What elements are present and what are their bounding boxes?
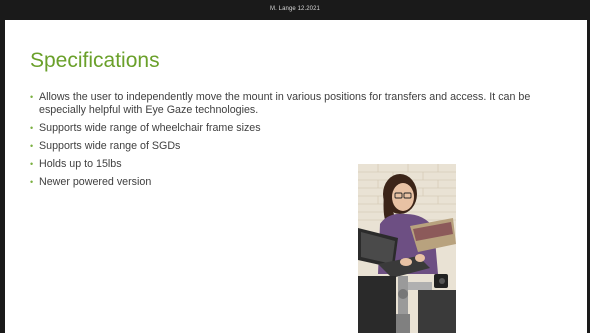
slide-title: Specifications	[30, 49, 160, 72]
bullet-item: • Newer powered version	[30, 176, 575, 189]
bullet-text: Allows the user to independently move th…	[39, 91, 531, 116]
bullet-text: Holds up to 15lbs	[39, 157, 122, 170]
left-border	[0, 20, 5, 333]
header-bar: M. Lange 12.2021	[0, 0, 590, 20]
bullet-item: • Supports wide range of SGDs	[30, 140, 575, 153]
bullet-marker: •	[30, 158, 34, 169]
bullet-marker: •	[30, 176, 34, 187]
bullet-item: • Supports wide range of wheelchair fram…	[30, 122, 575, 135]
bullet-marker: •	[30, 92, 34, 102]
footer-text: M. Lange 12.2021	[270, 6, 320, 12]
wheelchair-mount-photo	[358, 164, 456, 333]
bullet-item: • Holds up to 15lbs	[30, 158, 575, 171]
bullet-list: • Allows the user to independently move …	[30, 91, 575, 194]
bullet-text: Supports wide range of SGDs	[39, 139, 181, 152]
bullet-text: Supports wide range of wheelchair frame …	[39, 121, 261, 134]
slide: M. Lange 12.2021 Specifications • Allows…	[0, 0, 590, 333]
bullet-item: • Allows the user to independently move …	[30, 91, 575, 116]
photo-illustration	[358, 164, 456, 333]
bullet-marker: •	[30, 140, 34, 151]
bullet-marker: •	[30, 122, 34, 133]
bullet-text: Newer powered version	[39, 175, 152, 188]
